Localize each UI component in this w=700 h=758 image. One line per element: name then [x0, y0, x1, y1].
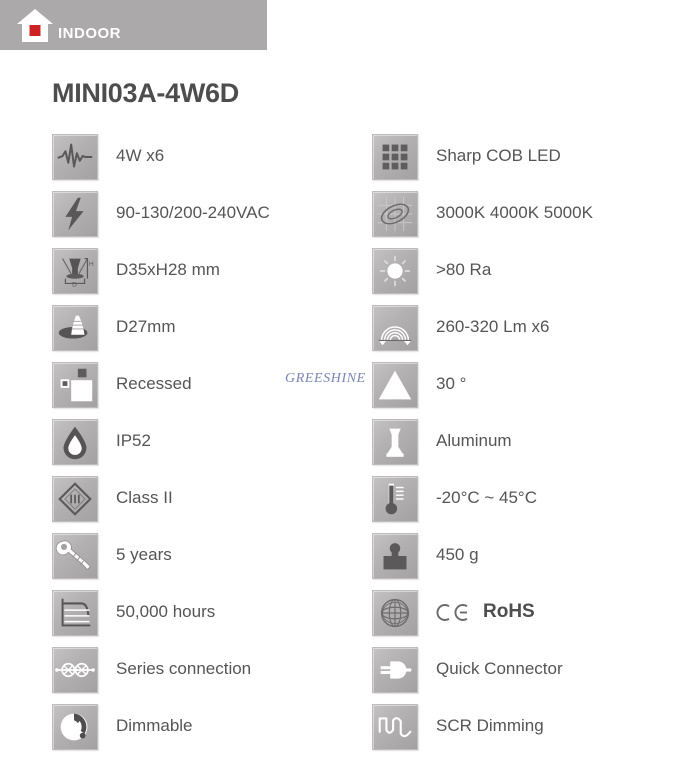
house-icon [17, 9, 53, 42]
spec-row: 450 g [372, 527, 672, 584]
product-spec-sheet: INDOOR MINI03A-4W6D GREESHINE 4W x6 Shar… [0, 0, 700, 758]
svg-text:D: D [72, 281, 77, 288]
spec-label: D35xH28 mm [116, 260, 220, 280]
spec-row: D27mm [52, 299, 372, 356]
page-title: MINI03A-4W6D [52, 78, 239, 108]
lifetime-graph-icon [52, 589, 98, 636]
spec-label: Quick Connector [436, 659, 563, 679]
spec-label: 4W x6 [116, 146, 165, 166]
spec-row: H D D35xH28 mm [52, 242, 372, 299]
spec-label: Sharp COB LED [436, 146, 561, 166]
spec-label: 30 ° [436, 374, 467, 394]
series-connection-icon [52, 646, 98, 693]
spec-row: IP52 [52, 413, 372, 470]
waveform-icon [52, 133, 98, 180]
spec-label: Recessed [116, 374, 192, 394]
spec-label: Class II [116, 488, 173, 508]
ce-mark-icon [436, 604, 468, 621]
chromaticity-icon [372, 190, 418, 237]
svg-text:H: H [89, 261, 94, 268]
spec-row: 5 years [52, 527, 372, 584]
globe-icon [372, 589, 418, 636]
spec-row: 90-130/200-240VAC [52, 185, 372, 242]
spec-label: 450 g [436, 545, 479, 565]
spec-label: IP52 [116, 431, 151, 451]
specification-grid: 4W x6 Sharp COB LED 90-130/200-240VAC 30… [52, 128, 672, 755]
spec-row: SCR Dimming [372, 698, 672, 755]
spec-row: Quick Connector [372, 641, 672, 698]
beam-angle-icon [372, 361, 418, 408]
spec-label: 50,000 hours [116, 602, 216, 622]
header-label: INDOOR [58, 25, 121, 42]
weight-icon [372, 532, 418, 579]
spec-label: >80 Ra [436, 260, 492, 280]
spec-label: Dimmable [116, 716, 193, 736]
sun-cri-icon [372, 247, 418, 294]
plug-connector-icon [372, 646, 418, 693]
led-chip-grid-icon [372, 133, 418, 180]
spec-row: RoHS [372, 584, 672, 641]
lightning-bolt-icon [52, 190, 98, 237]
recessed-mount-icon [52, 361, 98, 408]
spec-label: 260-320 Lm x6 [436, 317, 550, 337]
spec-row: -20°C ~ 45°C [372, 470, 672, 527]
cutout-cone-icon [52, 304, 98, 351]
spec-label: 3000K 4000K 5000K [436, 203, 593, 223]
spec-row: 30 ° [372, 356, 672, 413]
spec-row: 4W x6 [52, 128, 372, 185]
spec-row: Sharp COB LED [372, 128, 672, 185]
spec-row: >80 Ra [372, 242, 672, 299]
class-two-diamond-icon [52, 475, 98, 522]
spec-label: 5 years [116, 545, 172, 565]
lumen-arcs-icon [372, 304, 418, 351]
spec-row: 3000K 4000K 5000K [372, 185, 672, 242]
scr-waveform-icon [372, 703, 418, 750]
spec-row: 50,000 hours [52, 584, 372, 641]
fixture-body-icon [372, 418, 418, 465]
spec-label: -20°C ~ 45°C [436, 488, 538, 508]
dimmer-knob-icon [52, 703, 98, 750]
thermometer-icon [372, 475, 418, 522]
wrench-icon [52, 532, 98, 579]
spec-label: Series connection [116, 659, 252, 679]
rohs-label: RoHS [483, 601, 535, 623]
dimension-diagram-icon: H D [52, 247, 98, 294]
spec-label: D27mm [116, 317, 176, 337]
spec-row: Aluminum [372, 413, 672, 470]
spec-label: SCR Dimming [436, 716, 544, 736]
indoor-header-band: INDOOR [0, 0, 267, 50]
water-drop-icon [52, 418, 98, 465]
spec-label: Aluminum [436, 431, 512, 451]
spec-row: 260-320 Lm x6 [372, 299, 672, 356]
spec-row: Dimmable [52, 698, 372, 755]
spec-row: Recessed [52, 356, 372, 413]
spec-row: Class II [52, 470, 372, 527]
spec-row: Series connection [52, 641, 372, 698]
certification-marks: RoHS [436, 601, 535, 623]
spec-label: 90-130/200-240VAC [116, 203, 270, 223]
